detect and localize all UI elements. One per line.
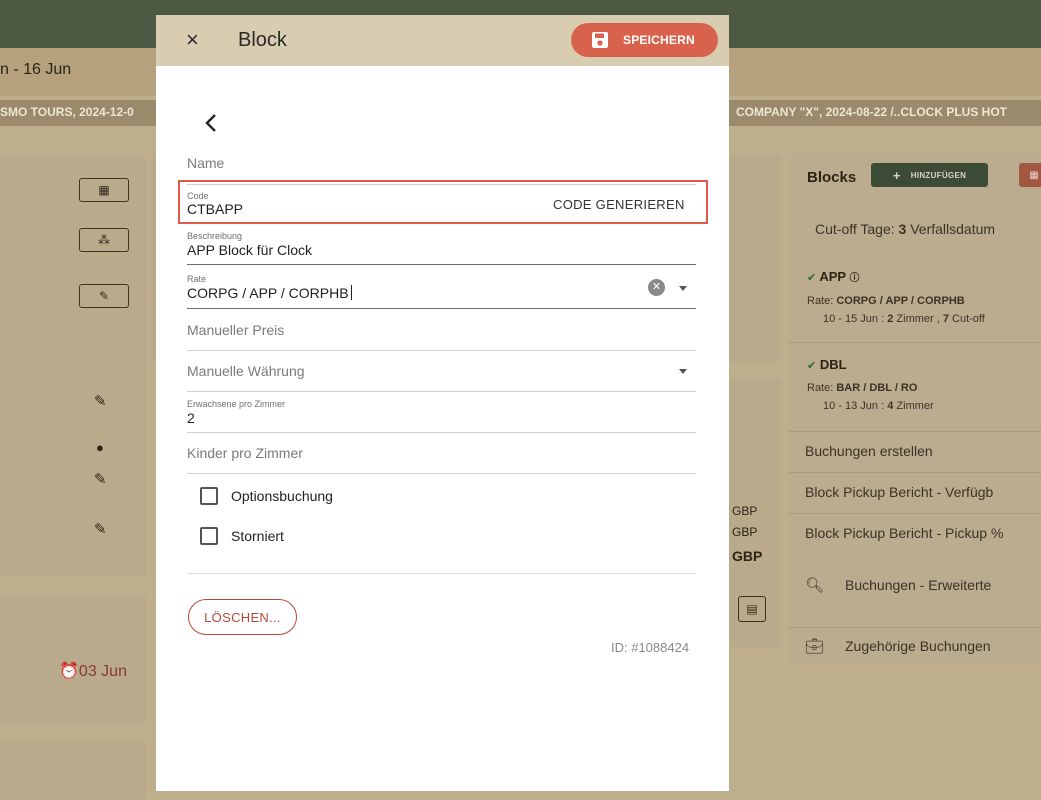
date-range: n - 16 Jun — [0, 61, 72, 78]
menu-pickup-availability[interactable]: Block Pickup Bericht - Verfügb — [789, 472, 1041, 513]
cancelled-checkbox[interactable] — [200, 527, 218, 545]
check-circle-icon: ✔ — [807, 272, 817, 284]
delete-button[interactable]: LÖSCHEN... — [188, 599, 297, 635]
dialog-header: × Block SPEICHERN — [156, 15, 729, 66]
close-icon[interactable]: × — [186, 27, 199, 53]
edit-icon-button[interactable]: ✎ — [79, 284, 129, 308]
left-card-3 — [0, 740, 146, 800]
block-rate: Rate: CORPG / APP / CORPHB — [807, 295, 965, 307]
plus-icon: + — [892, 167, 901, 183]
floppy-disk-icon — [592, 32, 608, 48]
option-booking-checkbox[interactable] — [200, 487, 218, 505]
save-button[interactable]: SPEICHERN — [571, 23, 718, 57]
document-icon-button[interactable]: ▤ — [738, 596, 766, 622]
alarm-date: ⏰03 Jun — [59, 663, 127, 680]
left-card-2 — [0, 594, 146, 724]
group-icon-button[interactable]: ⁂ — [79, 228, 129, 252]
amount-currency: GBP — [732, 504, 758, 518]
block-rate: Rate: BAR / DBL / RO — [807, 382, 918, 394]
search-icon: 🔍︎ — [805, 577, 825, 594]
blocks-panel: Blocks + HINZUFÜGEN ▦ Cut-off Tage: 3 Ver… — [789, 155, 1041, 665]
amount-currency: GBP — [732, 525, 758, 539]
alarm-icon: ⏰ — [59, 663, 79, 680]
amount-currency-total: GBP — [732, 548, 763, 564]
record-id: ID: #1088424 — [611, 640, 690, 655]
briefcase-icon: 💼︎ — [805, 638, 825, 655]
cutoff-info: Cut-off Tage: 3 Verfallsdatum — [815, 221, 996, 237]
blocks-title: Blocks — [807, 169, 857, 186]
block-detail: 10 - 15 Jun : 2 Zimmer , 7 Cut-off — [823, 313, 985, 325]
pencil-icon[interactable]: ✎ — [94, 392, 107, 410]
block-item-app[interactable]: ✔ APP ⓘ — [807, 269, 859, 284]
pencil-icon[interactable]: ✎ — [94, 470, 107, 488]
add-block-button[interactable]: + HINZUFÜGEN — [871, 163, 988, 187]
dialog-title: Block — [238, 29, 287, 51]
info-icon[interactable]: ⓘ — [849, 273, 859, 284]
adults-per-room-field[interactable]: Erwachsene pro Zimmer 2 — [187, 392, 696, 433]
block-dialog: × Block SPEICHERN Name Code CTBAPP CODE … — [156, 15, 729, 791]
rate-field[interactable]: Rate CORPG / APP / CORPHB — [187, 268, 696, 309]
option-booking-label: Optionsbuchung — [231, 488, 333, 504]
breadcrumb-left[interactable]: SMO TOURS, 2024-12-0 — [0, 105, 134, 119]
manual-currency-select[interactable]: Manuelle Währung — [187, 351, 696, 392]
manual-price-field[interactable]: Manueller Preis — [187, 310, 696, 351]
person-icon: ● — [96, 440, 104, 455]
back-chevron-icon[interactable] — [204, 112, 218, 139]
cancelled-label: Storniert — [231, 528, 284, 544]
pencil-icon[interactable]: ✎ — [94, 520, 107, 538]
menu-related-bookings[interactable]: 💼︎ Zugehörige Buchungen — [789, 637, 1041, 665]
name-field[interactable]: Name — [187, 145, 696, 185]
check-circle-icon: ✔ — [807, 360, 817, 372]
breadcrumb-right[interactable]: COMPANY "X", 2024-08-22 /..CLOCK PLUS HO… — [736, 105, 1007, 119]
calendar-icon-button[interactable]: ▦ — [1019, 163, 1041, 187]
left-card — [0, 155, 146, 577]
divider — [789, 627, 1041, 628]
calendar-icon-button[interactable]: ▦ — [79, 178, 129, 202]
text-cursor — [350, 285, 352, 300]
children-per-room-field[interactable]: Kinder pro Zimmer — [187, 433, 696, 474]
block-detail: 10 - 13 Jun : 4 Zimmer — [823, 400, 934, 412]
block-item-dbl[interactable]: ✔ DBL — [807, 357, 847, 372]
description-field[interactable]: Beschreibung APP Block für Clock — [187, 225, 696, 265]
clear-icon[interactable]: ✕ — [648, 279, 665, 296]
divider — [187, 573, 696, 574]
generate-code-button[interactable]: CODE GENERIEREN — [553, 197, 685, 212]
dropdown-arrow-icon[interactable] — [679, 286, 687, 291]
menu-pickup-percent[interactable]: Block Pickup Bericht - Pickup % — [789, 513, 1041, 554]
divider — [789, 342, 1041, 343]
menu-advanced-search[interactable]: 🔍︎ Buchungen - Erweiterte — [789, 576, 1041, 617]
mid-card — [729, 155, 781, 363]
menu-create-bookings[interactable]: Buchungen erstellen — [789, 431, 1041, 472]
dropdown-arrow-icon[interactable] — [679, 369, 687, 374]
